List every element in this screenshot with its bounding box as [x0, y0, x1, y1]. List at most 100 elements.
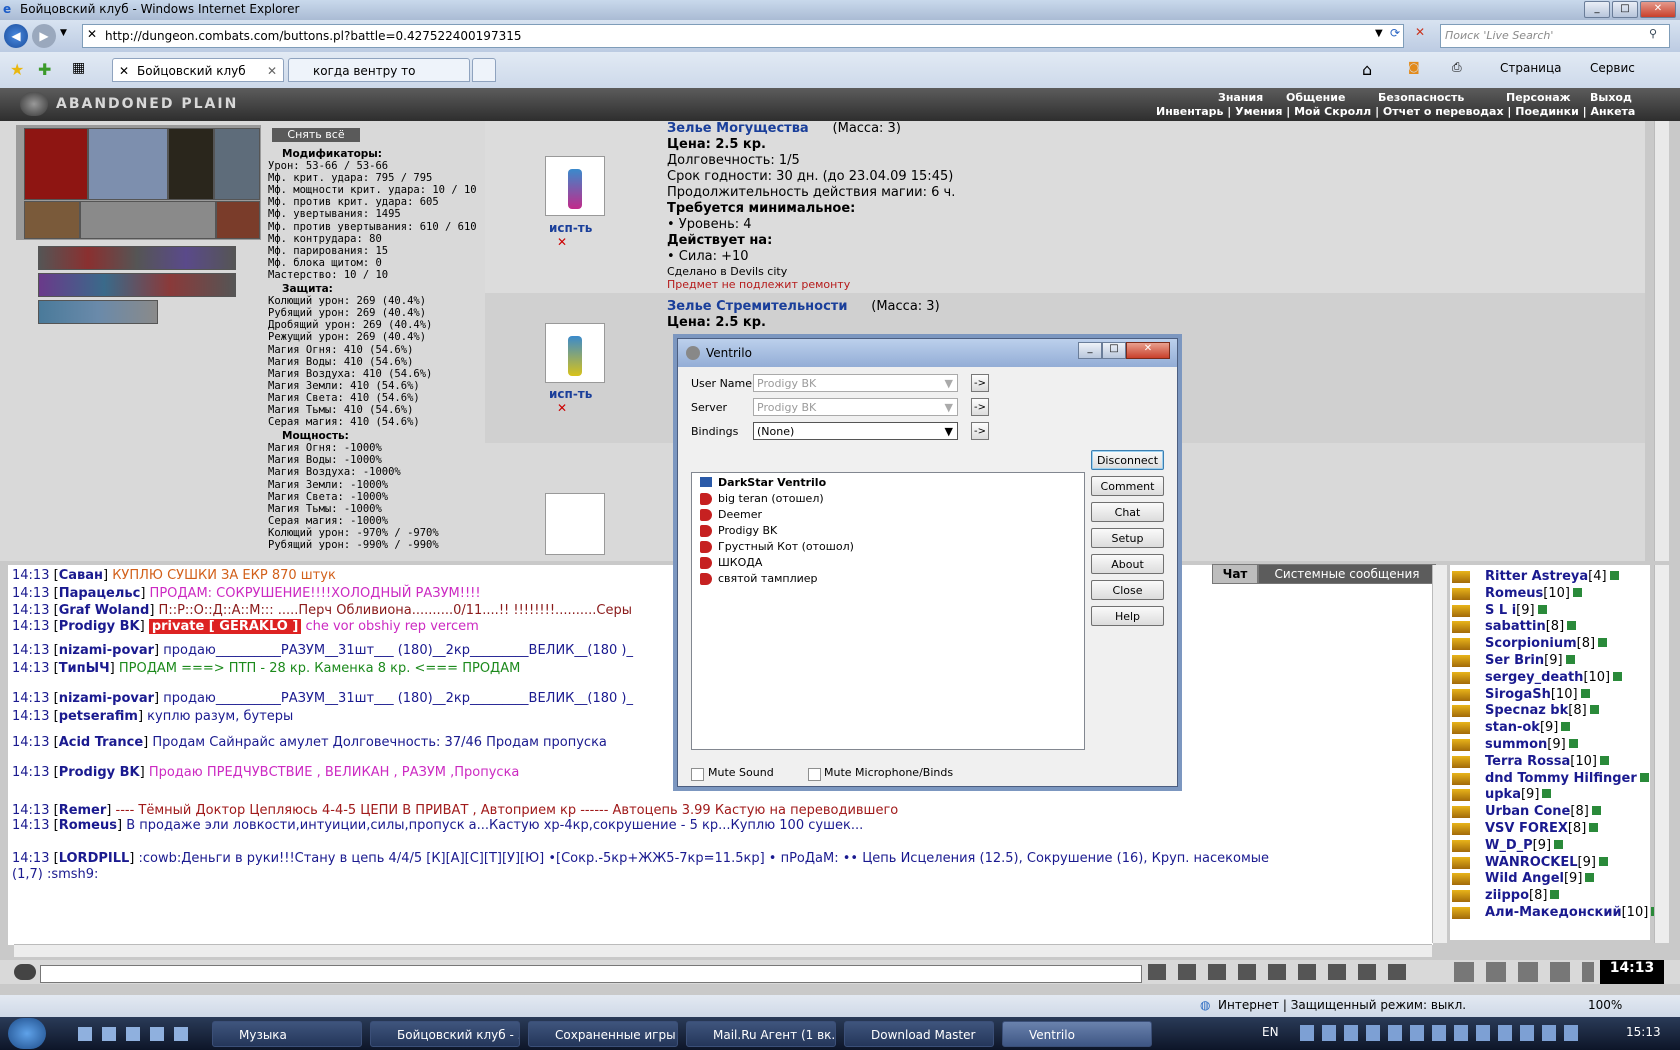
- user-info-icon[interactable]: [1598, 638, 1608, 648]
- ventrilo-maximize-button[interactable]: □: [1102, 342, 1126, 359]
- menu-exit[interactable]: Выход: [1590, 91, 1632, 104]
- chat-nick[interactable]: Graf Woland: [59, 603, 150, 618]
- setup-button[interactable]: Setup: [1091, 528, 1164, 548]
- close-button[interactable]: Close: [1091, 580, 1164, 600]
- taskbar-item[interactable]: Mail.Ru Агент (1 вк...: [686, 1021, 836, 1047]
- chat-nick[interactable]: Remer: [59, 803, 107, 818]
- user-entry[interactable]: Wild Angel[9]: [1485, 871, 1595, 886]
- username-edit-button[interactable]: ->: [971, 374, 989, 392]
- user-entry[interactable]: sergey_death[10]: [1485, 670, 1623, 685]
- user-entry[interactable]: SirogaSh[10]: [1485, 687, 1590, 702]
- favorites-star-icon[interactable]: ★: [10, 60, 24, 79]
- tab-close-icon[interactable]: ✕: [267, 59, 277, 83]
- chat-nick[interactable]: nizami-povar: [59, 643, 154, 658]
- remove-all-button[interactable]: Снять всё: [272, 128, 360, 142]
- user-info-icon[interactable]: [1565, 655, 1575, 664]
- user-name[interactable]: dnd Tommy Hilfinger: [1485, 771, 1637, 786]
- user-entry[interactable]: summon[9]: [1485, 737, 1578, 752]
- cloak-slot[interactable]: [88, 128, 168, 200]
- user-entry[interactable]: sabattin[8]: [1485, 619, 1577, 634]
- forward-icon[interactable]: ▶: [32, 24, 56, 48]
- add-favorites-icon[interactable]: ✚: [38, 60, 51, 79]
- bindings-combo[interactable]: (None) ▼: [753, 422, 958, 440]
- user-info-icon[interactable]: [1580, 688, 1590, 698]
- zoom-level[interactable]: 100%: [1588, 998, 1622, 1012]
- leggings-slot[interactable]: [214, 128, 260, 200]
- user-info-icon[interactable]: [1613, 671, 1623, 681]
- user-info-icon[interactable]: [1589, 705, 1599, 715]
- quick-launch-icons[interactable]: [78, 1027, 188, 1041]
- chat-nick[interactable]: Romeus: [59, 818, 117, 833]
- user-info-icon[interactable]: [1589, 823, 1599, 832]
- user-entry[interactable]: Romeus[10]: [1485, 586, 1582, 601]
- taskbar-item[interactable]: Музыка: [212, 1021, 362, 1047]
- user-info-icon[interactable]: [1568, 739, 1578, 748]
- channel-member[interactable]: ШКОДА: [718, 556, 762, 569]
- chat-hscrollbar[interactable]: [14, 944, 1432, 957]
- menu-communication[interactable]: Общение: [1286, 91, 1345, 104]
- user-entry[interactable]: W_D_P[9]: [1485, 838, 1564, 853]
- user-name[interactable]: summon: [1485, 737, 1547, 752]
- use-link[interactable]: исп-ть: [549, 221, 592, 235]
- user-info-icon[interactable]: [1598, 856, 1608, 866]
- user-entry[interactable]: Specnaz bk[8]: [1485, 703, 1599, 718]
- tray-icons[interactable]: [1300, 1025, 1580, 1041]
- armor-slot[interactable]: [24, 128, 88, 200]
- home-icon[interactable]: ⌂: [1362, 60, 1372, 79]
- user-info-icon[interactable]: [1561, 722, 1571, 732]
- stop-icon[interactable]: ✕: [1415, 25, 1425, 39]
- ability-row-2[interactable]: [38, 273, 236, 297]
- user-info-icon[interactable]: [1542, 789, 1552, 799]
- user-info-icon[interactable]: [1585, 873, 1595, 883]
- user-name[interactable]: VSV FOREX: [1485, 821, 1568, 836]
- user-entry[interactable]: dnd Tommy Hilfinger: [1485, 771, 1649, 786]
- mute-mic-checkbox[interactable]: [808, 768, 821, 781]
- chat-nick[interactable]: ТипЫЧ: [59, 661, 110, 676]
- quick-tabs-icon[interactable]: ▦: [72, 60, 85, 76]
- page-menu[interactable]: Страница: [1500, 61, 1562, 75]
- mute-sound-checkbox[interactable]: [691, 768, 704, 781]
- user-entry[interactable]: Али-Македонский[10]: [1485, 905, 1661, 920]
- user-name[interactable]: Ritter Astreya: [1485, 569, 1588, 584]
- server-combo[interactable]: Prodigy BK ▼: [753, 398, 958, 416]
- close-window-button[interactable]: ✕: [1640, 1, 1676, 18]
- item-name[interactable]: Зелье Могущества: [667, 121, 809, 136]
- user-name[interactable]: SirogaSh: [1485, 687, 1551, 702]
- address-input[interactable]: ✕ http://dungeon.combats.com/buttons.pl?…: [82, 24, 1404, 48]
- user-name[interactable]: Romeus: [1485, 586, 1543, 601]
- channel-member[interactable]: святой тамплиер: [718, 572, 818, 585]
- back-icon[interactable]: ◀: [4, 24, 28, 48]
- user-name[interactable]: stan-ok: [1485, 720, 1540, 735]
- menu-security[interactable]: Безопасность: [1378, 91, 1464, 104]
- use-link[interactable]: исп-ть: [549, 387, 592, 401]
- user-info-icon[interactable]: [1572, 587, 1582, 597]
- user-info-icon[interactable]: [1537, 604, 1547, 614]
- user-info-icon[interactable]: [1599, 755, 1609, 765]
- user-name[interactable]: Terra Rossa: [1485, 754, 1570, 769]
- userlist-scrollbar[interactable]: [1654, 565, 1669, 943]
- taskbar-item[interactable]: Ventrilo: [1002, 1021, 1152, 1047]
- action-icons[interactable]: [1454, 962, 1594, 982]
- new-tab-button[interactable]: [472, 58, 496, 82]
- user-entry[interactable]: Terra Rossa[10]: [1485, 754, 1609, 769]
- chat-nick[interactable]: Prodigy BK: [59, 765, 140, 780]
- taskbar-item[interactable]: Download Master: [844, 1021, 994, 1047]
- user-name[interactable]: sergey_death: [1485, 670, 1583, 685]
- disconnect-button[interactable]: Disconnect: [1091, 450, 1164, 470]
- maximize-button[interactable]: □: [1612, 1, 1638, 18]
- delete-icon[interactable]: ✕: [557, 235, 567, 249]
- about-button[interactable]: About: [1091, 554, 1164, 574]
- address-dropdown-icon[interactable]: ▼: [1375, 28, 1383, 39]
- user-entry[interactable]: VSV FOREX[8]: [1485, 821, 1599, 836]
- user-entry[interactable]: Ritter Astreya[4]: [1485, 569, 1619, 584]
- taskbar-item[interactable]: Бойцовский клуб - ...: [370, 1021, 520, 1047]
- user-info-icon[interactable]: [1567, 621, 1577, 631]
- print-icon[interactable]: ⎙: [1452, 60, 1462, 75]
- channel-member[interactable]: Prodigy BK: [718, 524, 777, 537]
- tools-menu[interactable]: Сервис: [1590, 61, 1635, 75]
- user-name[interactable]: W_D_P: [1485, 838, 1533, 853]
- user-name[interactable]: Ser Brin: [1485, 653, 1544, 668]
- chat-nick[interactable]: Prodigy BK: [59, 619, 140, 634]
- bindings-edit-button[interactable]: ->: [971, 422, 989, 440]
- language-indicator[interactable]: EN: [1262, 1025, 1279, 1039]
